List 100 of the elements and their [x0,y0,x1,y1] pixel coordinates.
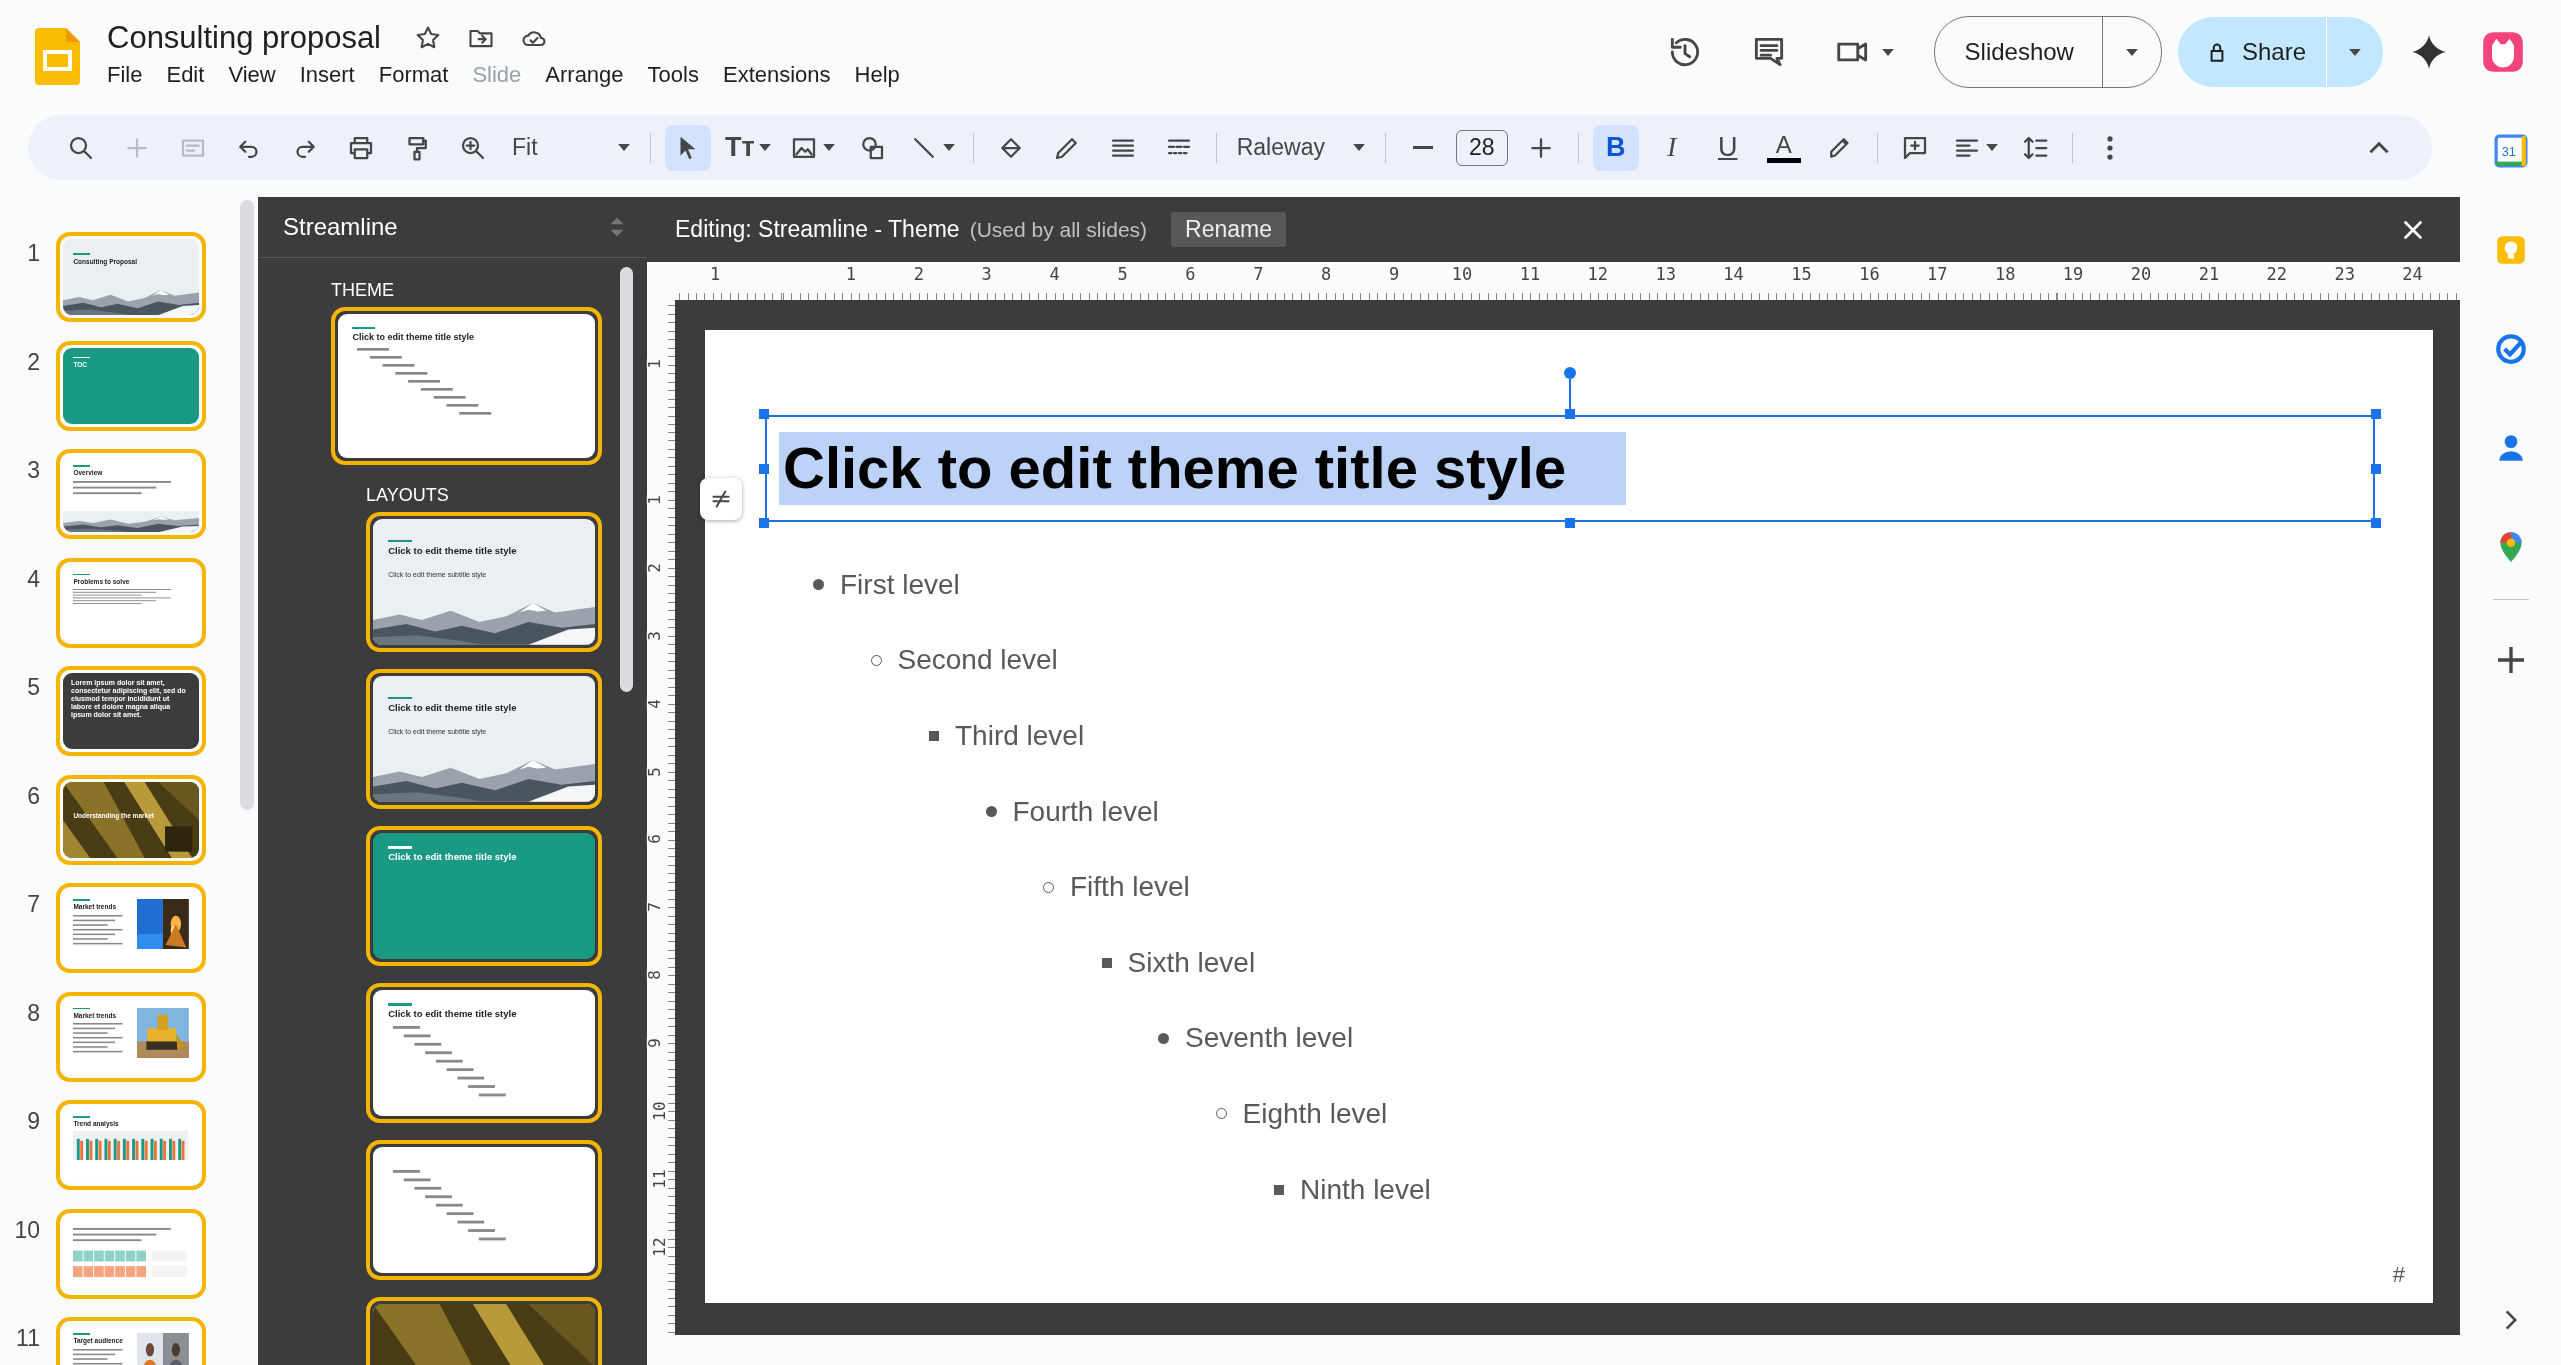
scrollbar[interactable] [240,200,254,810]
menu-item[interactable]: Edit [166,62,205,88]
ruler-label: 3 [646,630,663,641]
square-bullet-icon [1101,957,1112,968]
resize-handle[interactable] [759,518,769,528]
slide-title: Click to edit theme title style [388,703,518,714]
caret-icon [2125,48,2138,56]
text-style-button[interactable]: I [1648,124,1695,171]
rename-button[interactable]: Rename [1171,212,1286,247]
slide-title: Click to edit theme title style [352,332,475,343]
autofit-button[interactable] [700,478,742,520]
caret-icon [618,144,630,151]
layout-thumbnail[interactable]: Click to edit theme title style [366,983,602,1123]
slide-title: Click to edit theme title style [388,1009,518,1021]
resize-handle[interactable] [759,409,769,419]
menu-item[interactable]: Extensions [722,62,831,88]
menu-item[interactable]: Help [854,62,900,88]
document-title[interactable]: Consulting proposal [107,20,381,56]
slide-number: 2 [26,347,41,376]
ruler-label: 2 [646,563,663,573]
slide-title: Click to edit theme title style [388,546,518,557]
menu-item[interactable]: Insert [299,62,355,88]
outline-text: Third level [955,720,1085,752]
slide-title: Click to edit theme title style [388,852,518,864]
editing-title: Editing: Streamline - Theme [675,216,960,243]
caret-icon [822,144,835,151]
select-tool-button[interactable] [665,124,711,171]
text-style-button[interactable]: B [1592,124,1639,171]
editing-note: (Used by all slides) [969,217,1148,242]
dot-bullet-icon [1158,1032,1169,1044]
caret-icon [758,144,771,151]
font-dropdown[interactable]: Raleway [1230,124,1371,171]
resize-handle[interactable] [2371,463,2381,474]
ruler-label: 7 [646,902,663,913]
text-style-button[interactable]: U [1704,124,1751,171]
menu-item[interactable]: Arrange [545,62,624,88]
slide-number: 4 [26,564,41,593]
slide-number: 1 [26,239,41,267]
ruler-label: 9 [646,1038,663,1048]
slide-number: 10 [13,1215,41,1244]
chevron-right-icon [2504,1310,2517,1330]
chevron-up-icon [2369,141,2389,154]
slide-number: 9 [26,1107,41,1135]
title-text: Click to edit theme title style [779,432,1627,505]
outline-text: Seventh level [1185,1022,1354,1055]
outline-text: Second level [897,644,1058,677]
caret-icon [2349,48,2361,56]
caret-icon [942,144,955,151]
title-placeholder[interactable]: Click to edit theme title style [765,415,2375,522]
outline-text: Ninth level [1300,1173,1431,1206]
square-bullet-icon [1274,1184,1284,1195]
ruler-label: 8 [646,970,663,980]
outline-text: Fifth level [1070,871,1190,904]
rotate-handle[interactable] [1564,367,1576,409]
more-icon [2105,134,2114,161]
font-size-field[interactable]: 28 [1455,129,1508,166]
text-box-button[interactable]: Tт [721,124,775,171]
slide-number: 8 [26,998,41,1027]
slide-number-placeholder: # [2392,1262,2405,1288]
app-icon[interactable] [2481,30,2525,74]
dot-bullet-icon [813,579,824,591]
up-down-icon[interactable] [609,216,625,238]
ruler-label: 6 [646,834,663,845]
dot-bullet-icon [985,806,997,818]
resize-handle[interactable] [759,463,769,474]
theme-thumbnail[interactable]: Click to edit theme title style [331,307,602,465]
ruler-label: 1 [646,359,663,369]
caret-icon [1985,144,1998,151]
slide-thumbnail[interactable] [56,1208,206,1299]
ruler-label: 11 [651,1169,668,1189]
layout-thumbnail[interactable]: Click to edit theme title style [366,826,602,966]
menu-item[interactable]: Format [378,62,449,88]
slide-number: 5 [26,673,41,701]
menu-item[interactable]: Tools [647,62,699,88]
slide-number: 6 [26,781,41,810]
calendar-icon[interactable]: 31 [2493,134,2528,168]
theme-name: Streamline [283,213,398,241]
layout-thumbnail[interactable] [366,1140,602,1280]
resize-handle[interactable] [2371,409,2381,419]
outline-text: Eighth level [1242,1097,1388,1130]
ruler-label: 4 [646,698,663,709]
outline-text: Sixth level [1127,946,1256,979]
square-bullet-icon [929,731,939,741]
caret-icon [1352,144,1365,151]
caret-icon [1881,48,1894,56]
menu-item[interactable]: View [228,62,276,88]
slide-number: 7 [26,890,41,918]
text-color-button[interactable]: A [1760,124,1807,171]
tasks-icon[interactable] [2493,332,2528,366]
outline-text: Fourth level [1012,795,1159,828]
resize-handle[interactable] [2371,518,2381,528]
slide-number: 11 [15,1324,41,1352]
section-label: THEME [331,280,395,301]
resize-handle[interactable] [1565,409,1575,419]
ruler-label: 5 [646,766,663,777]
slide-number: 3 [26,456,41,484]
scrollbar[interactable] [620,267,633,692]
zoom-dropdown[interactable]: Fit [506,124,636,171]
menu-item[interactable]: File [107,62,143,88]
resize-handle[interactable] [1565,518,1575,528]
